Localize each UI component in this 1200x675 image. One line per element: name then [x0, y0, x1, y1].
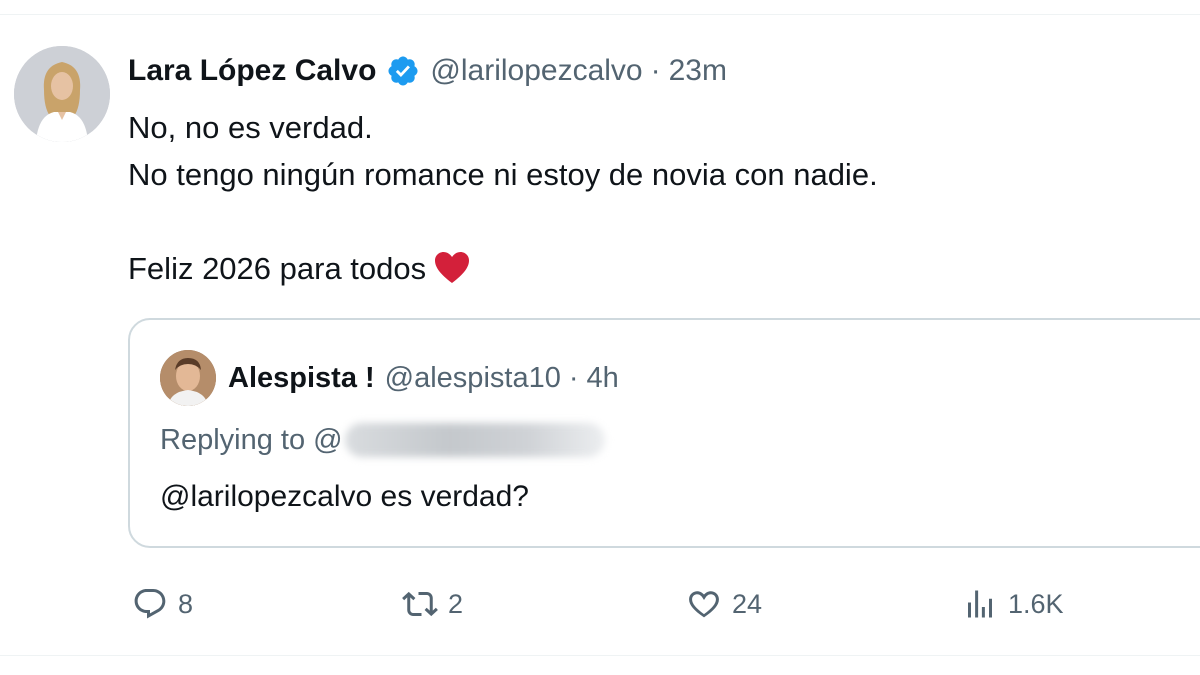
- quoted-tweet-header: Alespista ! @alespista10 · 4h: [228, 358, 619, 398]
- tweet-text: No, no es verdad. No tengo ningún romanc…: [128, 104, 1168, 292]
- quoted-header-separator: ·: [568, 361, 579, 394]
- tweet-action-bar: 8 2 24 1.6K: [128, 580, 1128, 628]
- retweet-count: 2: [448, 588, 464, 619]
- bottom-divider: [0, 655, 1200, 656]
- replying-to-line: Replying to @: [160, 420, 605, 460]
- author-avatar-image: [14, 46, 110, 142]
- heart-icon: [689, 591, 719, 618]
- tweet-line-1: No, no es verdad.: [128, 110, 373, 145]
- quoted-tweet-card[interactable]: Alespista ! @alespista10 · 4h Replying t…: [128, 318, 1200, 548]
- quoted-author-handle[interactable]: @alespista10: [385, 362, 561, 395]
- author-avatar[interactable]: [14, 46, 110, 142]
- quoted-timestamp[interactable]: 4h: [587, 362, 619, 395]
- quoted-avatar-image: [160, 350, 216, 406]
- tweet-timestamp[interactable]: 23m: [669, 54, 727, 88]
- replying-to-label: Replying to @: [160, 423, 343, 456]
- views-count: 1.6K: [1008, 588, 1064, 619]
- verified-badge-icon: [386, 54, 420, 88]
- views-icon: [968, 590, 992, 618]
- tweet-header: Lara López Calvo @larilopezcalvo · 23m: [128, 50, 727, 92]
- redacted-handle-blur: [344, 423, 605, 457]
- top-divider: [0, 14, 1200, 15]
- header-separator: ·: [650, 54, 661, 87]
- reply-icon: [134, 589, 166, 619]
- author-handle[interactable]: @larilopezcalvo: [430, 54, 642, 88]
- like-button[interactable]: 24: [686, 580, 762, 628]
- red-heart-emoji-icon: [434, 251, 470, 285]
- tweet-line-3-wrapper: Feliz 2026 para todos: [128, 245, 1168, 292]
- tweet-line-3: Feliz 2026 para todos: [128, 251, 427, 286]
- quoted-tweet-text: @larilopezcalvo es verdad?: [160, 480, 529, 513]
- tweet-line-2: No tengo ningún romance ni estoy de novi…: [128, 157, 878, 192]
- author-name[interactable]: Lara López Calvo: [128, 54, 376, 88]
- retweet-icon: [402, 591, 438, 617]
- views-button[interactable]: 1.6K: [962, 580, 1064, 628]
- quoted-author-name[interactable]: Alespista !: [228, 362, 375, 395]
- like-count: 24: [732, 588, 763, 619]
- reply-button[interactable]: 8: [132, 580, 193, 628]
- retweet-button[interactable]: 2: [402, 580, 463, 628]
- quoted-author-avatar[interactable]: [160, 350, 216, 406]
- reply-count: 8: [178, 588, 194, 619]
